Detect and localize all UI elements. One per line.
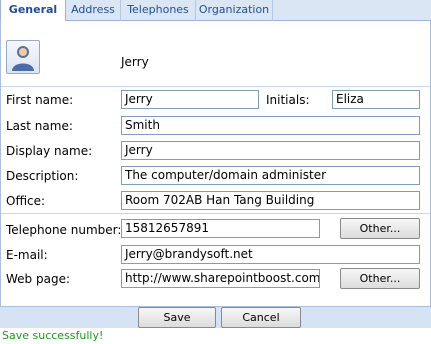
last-name-label: Last name: <box>6 119 73 133</box>
header-display-name: Jerry <box>121 55 149 69</box>
office-label: Office: <box>6 194 46 208</box>
other-telephone-button[interactable]: Other... <box>340 218 420 239</box>
display-name-label: Display name: <box>6 144 93 158</box>
description-label: Description: <box>6 169 79 183</box>
last-name-field[interactable]: Smith <box>121 116 420 135</box>
user-avatar-icon[interactable] <box>6 40 40 74</box>
status-message: Save successfully! <box>2 329 104 342</box>
other-web-page-button[interactable]: Other... <box>340 268 420 289</box>
telephone-field[interactable]: 15812657891 <box>121 219 320 238</box>
cancel-button[interactable]: Cancel <box>221 307 301 328</box>
divider <box>1 213 430 214</box>
save-button[interactable]: Save <box>138 307 216 328</box>
web-page-field[interactable]: http://www.sharepointboost.com <box>121 269 320 288</box>
office-field[interactable]: Room 702AB Han Tang Building <box>121 191 420 210</box>
initials-label: Initials: <box>266 93 310 107</box>
display-name-field[interactable]: Jerry <box>121 141 420 160</box>
web-page-label: Web page: <box>6 272 70 286</box>
email-field[interactable]: Jerry@brandysoft.net <box>121 245 420 264</box>
telephone-label: Telephone number: <box>6 223 122 237</box>
tab-address[interactable]: Address <box>66 0 121 21</box>
tab-general[interactable]: General <box>0 0 66 22</box>
description-field[interactable]: The computer/domain administer <box>121 166 420 185</box>
tab-organization[interactable]: Organization <box>196 0 273 21</box>
tab-bar: General Address Telephones Organization <box>0 0 431 22</box>
first-name-field[interactable]: Jerry <box>121 90 259 109</box>
initials-field[interactable]: Eliza <box>332 90 420 109</box>
first-name-label: First name: <box>6 93 74 107</box>
divider <box>1 86 430 87</box>
tab-telephones[interactable]: Telephones <box>121 0 196 21</box>
button-bar: Save Cancel <box>0 306 431 328</box>
email-label: E-mail: <box>6 248 48 262</box>
